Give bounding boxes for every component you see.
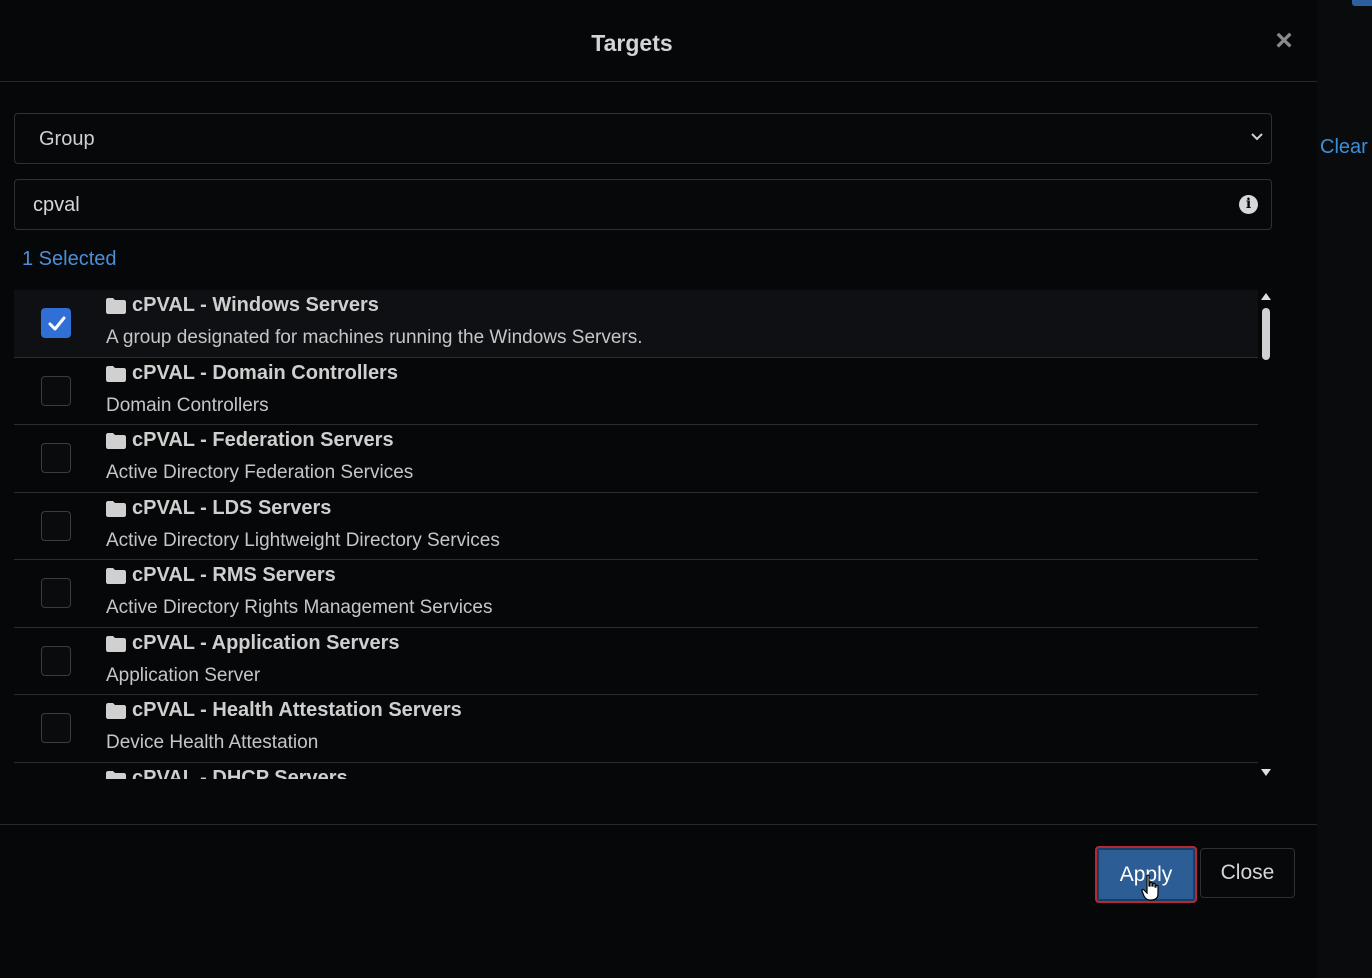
group-checkbox[interactable] [41,375,71,406]
target-type-value: Group [39,128,95,150]
group-row[interactable]: cPVAL - Federation Servers Active Directo… [14,425,1258,493]
folder-icon [106,433,126,449]
close-icon[interactable]: × [1270,26,1298,56]
group-title: cPVAL - Health Attestation Servers [132,699,462,721]
group-title: cPVAL - Windows Servers [132,294,379,316]
hand-cursor-icon [1141,874,1159,901]
folder-icon [106,568,126,584]
group-title: cPVAL - Domain Controllers [132,361,398,384]
group-checkbox[interactable] [41,308,71,338]
group-description: Active Directory Federation Services [106,462,414,483]
group-checkbox[interactable] [41,510,71,541]
group-row[interactable]: cPVAL - Windows Servers A group designate… [14,290,1258,358]
group-title: cPVAL - Application Servers [132,631,400,654]
info-icon[interactable]: i [1239,195,1258,214]
group-title: cPVAL - DHCP Servers [132,766,348,780]
group-row[interactable]: cPVAL - DHCP Servers [14,763,1258,780]
search-input[interactable]: cpval i [14,179,1272,230]
folder-icon [106,770,126,779]
group-checkbox[interactable] [41,443,71,473]
selected-count[interactable]: 1 Selected [22,248,117,271]
group-description: Active Directory Rights Management Servi… [106,597,493,618]
checkmark-icon [48,316,66,331]
group-row[interactable]: cPVAL - Application Servers Application S… [14,628,1258,695]
close-button[interactable]: Close [1200,848,1295,898]
group-row[interactable]: cPVAL - Health Attestation Servers Device… [14,695,1258,763]
group-row[interactable]: cPVAL - LDS Servers Active Directory Ligh… [14,493,1258,560]
list-scrollbar[interactable] [1259,290,1273,779]
folder-icon [106,298,126,314]
clear-link[interactable]: Clear [1320,136,1368,159]
folder-icon [106,635,126,652]
group-checkbox[interactable] [41,645,71,676]
group-description: Device Health Attestation [106,732,319,753]
search-value: cpval [33,194,80,216]
group-title: cPVAL - LDS Servers [132,496,332,519]
modal-header: Targets × [0,0,1317,82]
group-checkbox[interactable] [41,713,71,743]
group-title: cPVAL - RMS Servers [132,564,336,586]
folder-icon [106,703,126,719]
group-description: Domain Controllers [106,394,269,416]
group-title: cPVAL - Federation Servers [132,429,394,451]
group-row[interactable]: cPVAL - RMS Servers Active Directory Righ… [14,560,1258,628]
scroll-thumb[interactable] [1262,308,1270,360]
scroll-up-arrow-icon[interactable] [1261,293,1271,300]
group-description: A group designated for machines running … [106,327,643,348]
page: Clear Targets × Group cpval i 1 Selected… [0,0,1372,978]
target-type-select[interactable]: Group [14,113,1272,164]
group-row[interactable]: cPVAL - Domain Controllers Domain Control… [14,358,1258,425]
modal-title: Targets [591,30,673,56]
folder-icon [106,500,126,517]
scroll-down-arrow-icon[interactable] [1261,769,1271,776]
group-checkbox[interactable] [41,578,71,608]
chevron-down-icon [1251,133,1263,141]
targets-modal: Targets × Group cpval i 1 Selected cPVAL… [0,0,1317,978]
group-description: Active Directory Lightweight Directory S… [106,529,500,551]
folder-icon [106,365,126,382]
group-description: Application Server [106,664,261,686]
background-button [1352,0,1372,6]
footer-divider [0,824,1317,825]
group-list: cPVAL - Windows Servers A group designate… [14,290,1258,779]
